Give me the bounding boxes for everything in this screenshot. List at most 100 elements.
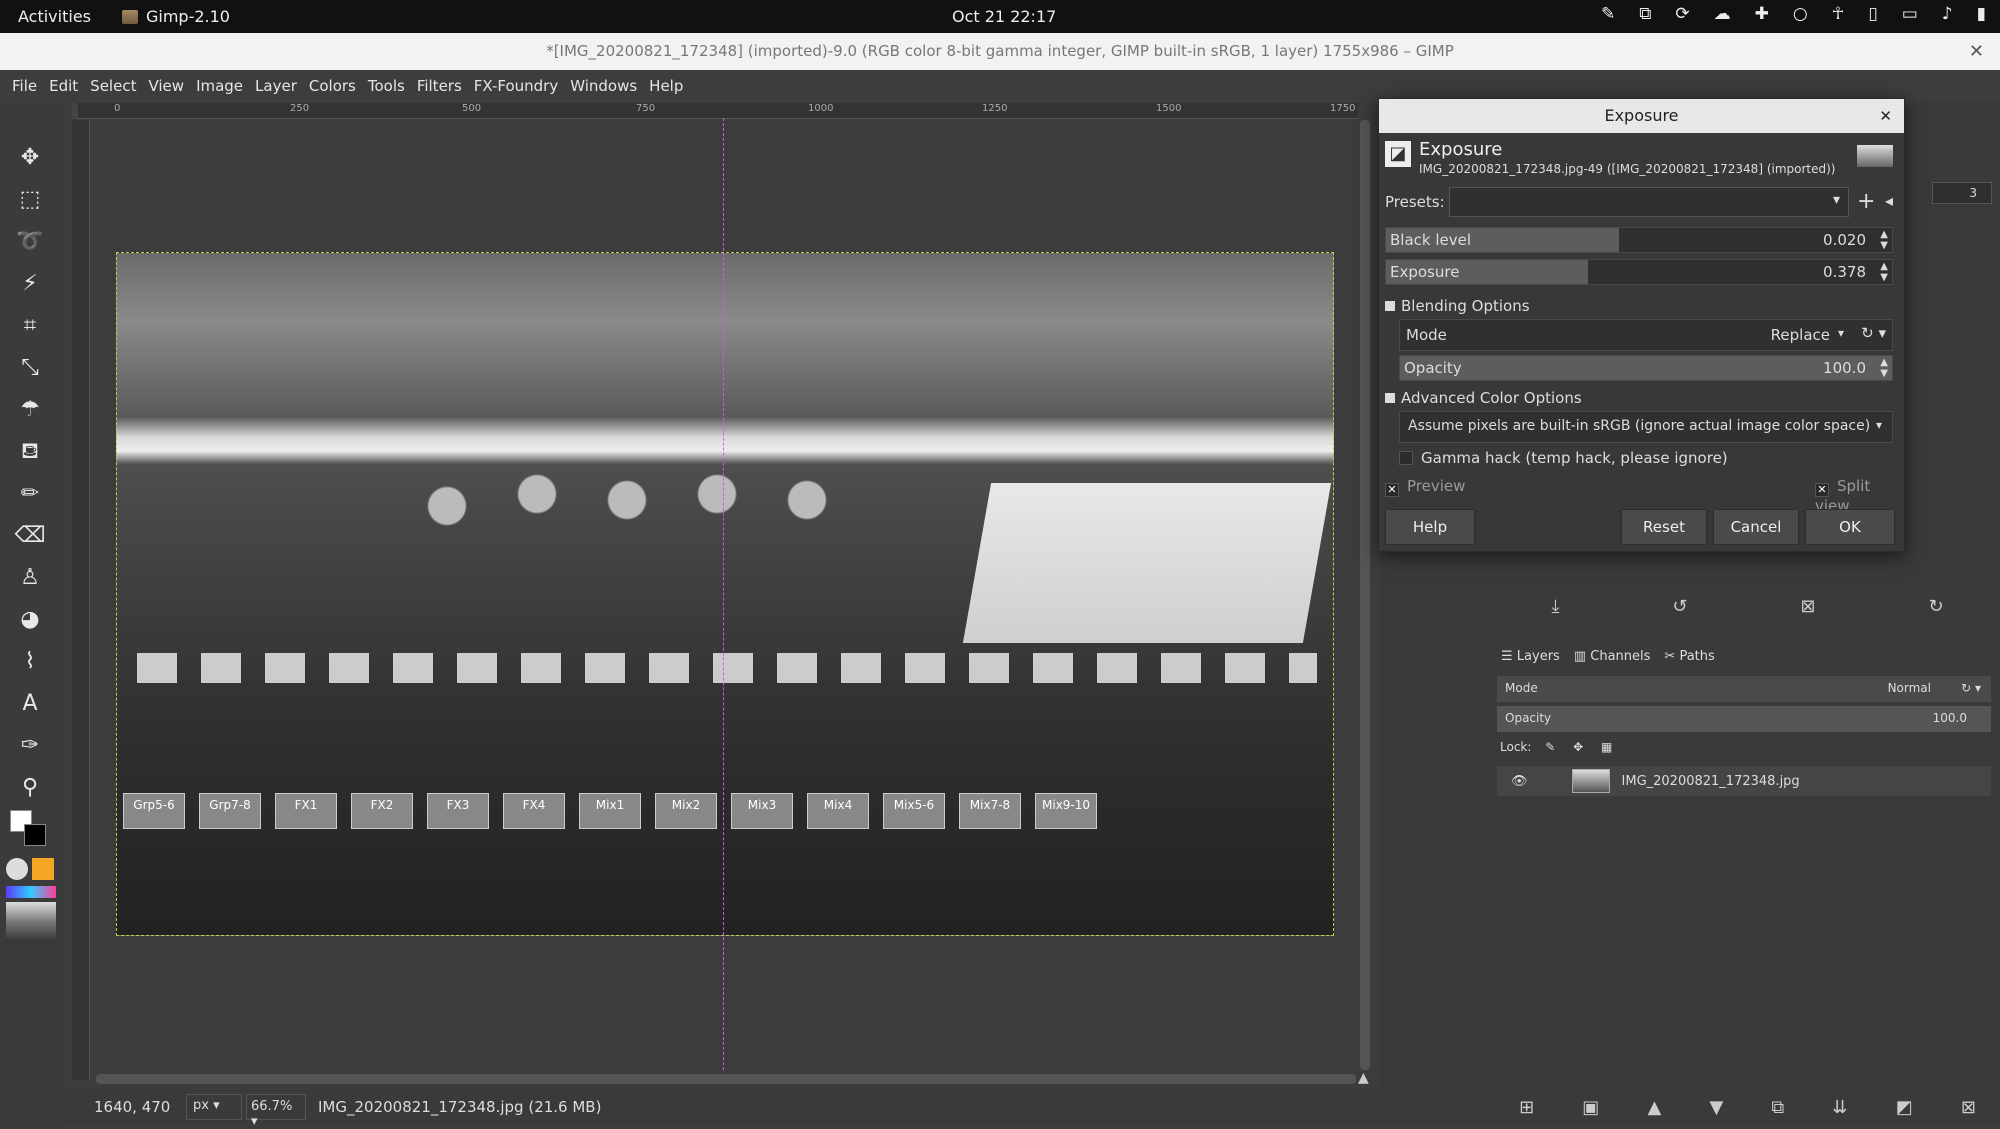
blend-mode-combo[interactable]: Mode Replace ▾ ↻ ▾: [1399, 319, 1893, 351]
menu-layer[interactable]: Layer: [249, 77, 303, 95]
cancel-button[interactable]: Cancel: [1713, 509, 1799, 545]
lock-pixels-icon[interactable]: ✎: [1545, 740, 1555, 754]
paintbrush-tool-icon[interactable]: ✏: [14, 478, 46, 510]
text-tool-icon[interactable]: A: [14, 688, 46, 720]
rect-select-tool-icon[interactable]: ⬚: [14, 184, 46, 216]
black-level-spin-icon[interactable]: ▲ ▼: [1880, 229, 1888, 251]
raise-layer-icon[interactable]: ▲: [1647, 1097, 1661, 1118]
black-level-slider[interactable]: Black level 0.020 ▲ ▼: [1385, 227, 1893, 253]
background-color[interactable]: [24, 824, 46, 846]
menu-help[interactable]: Help: [643, 77, 689, 95]
new-layer-icon[interactable]: ⊞: [1519, 1097, 1534, 1118]
menu-colors[interactable]: Colors: [303, 77, 362, 95]
lock-position-icon[interactable]: ✥: [1573, 740, 1583, 754]
menu-filters[interactable]: Filters: [411, 77, 468, 95]
delete-options-icon[interactable]: ⊠: [1800, 596, 1815, 626]
unified-transform-tool-icon[interactable]: ⤡: [14, 352, 46, 384]
lower-layer-icon[interactable]: ▼: [1709, 1097, 1723, 1118]
zoom-select[interactable]: 66.7% ▾: [246, 1094, 306, 1129]
composite-switch-icon[interactable]: ↻ ▾: [1861, 324, 1886, 342]
smudge-tool-icon[interactable]: ◕: [14, 604, 46, 636]
bucket-fill-tool-icon[interactable]: ⛾: [14, 436, 46, 468]
phone-icon[interactable]: ▯: [1868, 4, 1877, 24]
gamma-hack-checkbox[interactable]: Gamma hack (temp hack, please ignore): [1399, 449, 1911, 467]
save-options-icon[interactable]: ⤓: [1551, 596, 1559, 626]
brush-swatch[interactable]: [6, 858, 28, 880]
activities-button[interactable]: Activities: [18, 7, 91, 26]
tab-layers[interactable]: ☰ Layers: [1501, 649, 1560, 664]
checkbox-checked[interactable]: ✕: [1815, 483, 1829, 497]
checkbox-unchecked[interactable]: [1399, 451, 1413, 465]
unit-select[interactable]: px ▾: [186, 1094, 242, 1120]
horizontal-ruler[interactable]: 0 250 500 750 1000 1250 1500 1750: [78, 103, 1358, 119]
menu-fx-foundry[interactable]: FX-Foundry: [468, 77, 564, 95]
delete-layer-icon[interactable]: ⊠: [1961, 1097, 1976, 1118]
lasso-tool-icon[interactable]: ➰: [14, 226, 46, 258]
menu-select[interactable]: Select: [84, 77, 142, 95]
layer-mode-row[interactable]: Mode Normal ↻ ▾: [1497, 676, 1991, 702]
menu-edit[interactable]: Edit: [43, 77, 84, 95]
vertical-scrollbar[interactable]: [1360, 120, 1370, 1070]
restore-options-icon[interactable]: ↺: [1672, 596, 1687, 626]
dock-spin-field[interactable]: 3: [1932, 182, 1992, 204]
reset-options-icon[interactable]: ↻: [1928, 596, 1943, 626]
color-picker-tool-icon[interactable]: ✑: [14, 730, 46, 762]
eraser-tool-icon[interactable]: ⌫: [14, 520, 46, 552]
presets-menu-icon[interactable]: ◂: [1885, 191, 1893, 210]
navigate-icon[interactable]: ▲: [1358, 1070, 1372, 1086]
merge-layer-icon[interactable]: ⇊: [1832, 1097, 1847, 1118]
accessibility-icon[interactable]: ☥: [1832, 4, 1845, 24]
horizontal-scrollbar[interactable]: [96, 1074, 1356, 1084]
reset-button[interactable]: Reset: [1621, 509, 1707, 545]
advanced-color-options-header[interactable]: Advanced Color Options: [1385, 389, 1897, 407]
duplicate-layer-icon[interactable]: ⧉: [1771, 1097, 1784, 1118]
help-button[interactable]: Help: [1385, 509, 1475, 545]
extension-icon[interactable]: ✚: [1755, 4, 1769, 24]
layer-mask-icon[interactable]: ◩: [1896, 1097, 1913, 1118]
menu-view[interactable]: View: [142, 77, 190, 95]
paths-tool-icon[interactable]: ⌇: [14, 646, 46, 678]
menu-file[interactable]: File: [6, 77, 43, 95]
battery-icon[interactable]: ▮: [1977, 4, 1986, 24]
ok-button[interactable]: OK: [1805, 509, 1895, 545]
circle-icon[interactable]: ○: [1793, 4, 1808, 24]
split-view-guide[interactable]: [723, 118, 724, 1070]
image-canvas[interactable]: Grp5-6 Grp7-8 FX1 FX2 FX3 FX4 Mix1 Mix2 …: [116, 252, 1334, 936]
layer-item[interactable]: 👁 IMG_20200821_172348.jpg: [1497, 766, 1991, 796]
checkbox-checked[interactable]: ✕: [1385, 483, 1399, 497]
menu-image[interactable]: Image: [190, 77, 249, 95]
screen-icon[interactable]: ▭: [1902, 4, 1918, 24]
warp-transform-tool-icon[interactable]: ☂: [14, 394, 46, 426]
blend-opacity-spin-icon[interactable]: ▲ ▼: [1880, 357, 1888, 379]
layer-visibility-eye-icon[interactable]: 👁: [1511, 774, 1528, 789]
fuzzy-select-tool-icon[interactable]: ⚡: [14, 268, 46, 300]
clock[interactable]: Oct 21 22:17: [952, 7, 1056, 26]
exposure-spin-icon[interactable]: ▲ ▼: [1880, 261, 1888, 283]
clone-tool-icon[interactable]: ♙: [14, 562, 46, 594]
copy-icon[interactable]: ⧉: [1639, 4, 1651, 24]
app-menu[interactable]: Gimp-2.10: [122, 7, 230, 26]
zoom-tool-icon[interactable]: ⚲: [14, 772, 46, 804]
vertical-ruler[interactable]: [72, 120, 90, 1080]
active-image-thumbnail[interactable]: [6, 902, 56, 942]
sync-icon[interactable]: ⟳: [1675, 4, 1689, 24]
volume-icon[interactable]: ♪: [1942, 4, 1953, 24]
menu-tools[interactable]: Tools: [362, 77, 411, 95]
cloud-icon[interactable]: ☁: [1714, 4, 1731, 24]
presets-combo[interactable]: ▾: [1449, 187, 1849, 217]
blend-opacity-slider[interactable]: Opacity 100.0 ▲ ▼: [1399, 355, 1893, 381]
color-space-combo[interactable]: Assume pixels are built-in sRGB (ignore …: [1399, 411, 1893, 443]
lock-alpha-icon[interactable]: ▦: [1601, 740, 1612, 754]
pipette-icon[interactable]: ✎: [1601, 4, 1615, 24]
layer-name[interactable]: IMG_20200821_172348.jpg: [1622, 774, 1800, 789]
add-preset-icon[interactable]: +: [1857, 189, 1875, 214]
dialog-title-bar[interactable]: Exposure ✕: [1379, 99, 1904, 133]
layer-mode-switch-icon[interactable]: ↻ ▾: [1961, 681, 1981, 695]
fg-bg-colors[interactable]: [10, 810, 50, 850]
gradient-swatch[interactable]: [6, 886, 56, 898]
dialog-close-icon[interactable]: ✕: [1879, 99, 1892, 133]
tab-paths[interactable]: ✂ Paths: [1664, 649, 1714, 664]
exposure-slider[interactable]: Exposure 0.378 ▲ ▼: [1385, 259, 1893, 285]
menu-windows[interactable]: Windows: [564, 77, 643, 95]
tab-channels[interactable]: ▥ Channels: [1574, 649, 1651, 664]
